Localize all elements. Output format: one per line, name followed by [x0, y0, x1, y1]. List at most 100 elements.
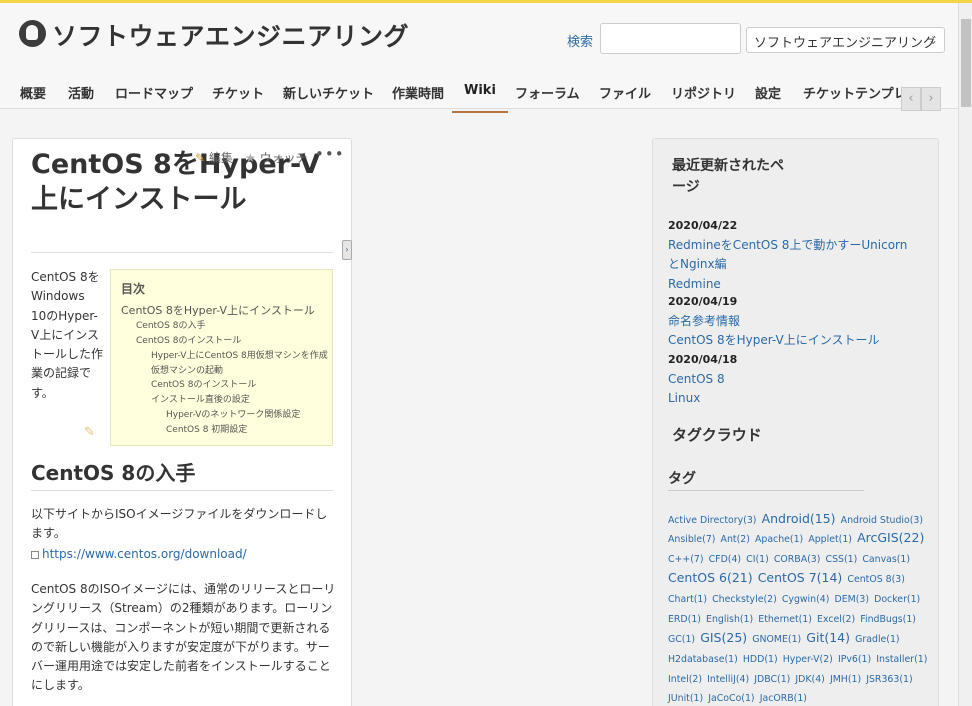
- tab-overview[interactable]: 概要: [20, 69, 46, 113]
- tag-link[interactable]: Ethernet(1): [758, 614, 812, 625]
- tag-link[interactable]: CentOS 6(21): [668, 570, 753, 585]
- menu-scroll-right-button[interactable]: ›: [921, 87, 941, 111]
- tab-issues[interactable]: チケット: [212, 69, 264, 113]
- pencil-icon: ✎: [195, 151, 206, 165]
- tag-link[interactable]: GNOME(1): [752, 634, 801, 645]
- edit-section-pencil-icon[interactable]: ✎: [84, 425, 95, 440]
- tag-link[interactable]: JDK(4): [795, 674, 824, 685]
- paragraph: CentOS 8のISOイメージには、通常のリリースとローリングリリース（Str…: [31, 582, 336, 693]
- tag-link[interactable]: JaCoCo(1): [708, 693, 754, 704]
- tab-files[interactable]: ファイル: [599, 69, 651, 113]
- sidebar: 最近更新されたページ 2020/04/22 RedmineをCentOS 8上で…: [652, 138, 939, 706]
- tag-link[interactable]: GC(1): [668, 634, 695, 645]
- tag-link[interactable]: Intel(2): [668, 674, 702, 685]
- tag-link[interactable]: C++(7): [668, 554, 704, 565]
- tag-link[interactable]: CORBA(3): [774, 554, 821, 565]
- tag-link[interactable]: Android Studio(3): [841, 515, 923, 526]
- tag-link[interactable]: JacORB(1): [760, 693, 807, 704]
- project-jump-select[interactable]: ソフトウェアエンジニアリング ⌄: [746, 27, 945, 53]
- tag-link[interactable]: Applet(1): [808, 534, 852, 545]
- tag-link[interactable]: CentOS 8(3): [847, 574, 905, 585]
- tag-link[interactable]: English(1): [706, 614, 753, 625]
- search-link[interactable]: 検索: [567, 31, 593, 50]
- external-link-icon: [31, 550, 39, 559]
- tab-settings[interactable]: 設定: [755, 69, 781, 113]
- tag-link[interactable]: Installer(1): [876, 654, 927, 665]
- tab-activity[interactable]: 活動: [68, 69, 94, 113]
- tag-link[interactable]: Git(14): [806, 630, 850, 645]
- tag-link[interactable]: Cygwin(4): [782, 594, 830, 605]
- star-icon: ★: [245, 151, 256, 165]
- toc-item[interactable]: CentOS 8をHyper-V上にインストール: [121, 302, 315, 318]
- toc-item[interactable]: 仮想マシンの起動: [151, 363, 223, 376]
- tag-link[interactable]: GIS(25): [700, 630, 747, 645]
- tab-wiki[interactable]: Wiki: [452, 69, 508, 113]
- tag-line: Intel(2) IntelliJ(4) JDBC(1) JDK(4) JMH(…: [668, 667, 913, 686]
- tag-link[interactable]: Active Directory(3): [668, 515, 756, 526]
- recent-page-link[interactable]: 命名参考情報: [668, 312, 918, 331]
- tag-link[interactable]: Apache(1): [755, 534, 803, 545]
- tab-forums[interactable]: フォーラム: [515, 69, 580, 113]
- recent-pages-heading: 最近更新されたページ: [672, 158, 784, 195]
- tag-link[interactable]: CentOS 7(14): [758, 570, 843, 585]
- tag-link[interactable]: Ant(2): [721, 534, 750, 545]
- tag-link[interactable]: JDBC(1): [754, 674, 790, 685]
- tag-link[interactable]: JSR363(1): [866, 674, 912, 685]
- tag-link[interactable]: ERD(1): [668, 614, 701, 625]
- toc-item[interactable]: Hyper-Vのネットワーク関係設定: [166, 407, 300, 420]
- toc-item[interactable]: CentOS 8の入手: [136, 318, 205, 331]
- external-link[interactable]: https://www.centos.org/download/: [31, 547, 247, 561]
- tag-link[interactable]: IntelliJ(4): [707, 674, 749, 685]
- sidebar-toggle-icon[interactable]: ›: [342, 240, 352, 260]
- tab-repository[interactable]: リポジトリ: [671, 69, 736, 113]
- tag-link[interactable]: Canvas(1): [862, 554, 910, 565]
- recent-page-link[interactable]: Linux: [668, 389, 918, 408]
- vertical-scrollbar[interactable]: [958, 3, 972, 706]
- toc-item[interactable]: Hyper-V上にCentOS 8用仮想マシンを作成: [151, 348, 328, 361]
- main-menu: 概要 活動 ロードマップ チケット 新しいチケット 作業時間 Wiki フォーラ…: [8, 69, 946, 113]
- tag-line: C++(7) CFD(4) CI(1) CORBA(3) CSS(1) Canv…: [668, 547, 910, 566]
- tag-link[interactable]: HDD(1): [743, 654, 778, 665]
- tag-line: Chart(1) Checkstyle(2) Cygwin(4) DEM(3) …: [668, 587, 920, 606]
- recent-page-link[interactable]: RedmineをCentOS 8上で動かすーUnicornとNginx編: [668, 236, 918, 275]
- tag-link[interactable]: Gradle(1): [855, 634, 899, 645]
- more-actions-icon[interactable]: •••: [315, 145, 345, 163]
- tag-link[interactable]: Excel(2): [817, 614, 855, 625]
- tag-link[interactable]: JUnit(1): [668, 693, 703, 704]
- tab-new-issue[interactable]: 新しいチケット: [283, 69, 374, 113]
- tag-link[interactable]: DEM(3): [834, 594, 869, 605]
- tag-link[interactable]: Hyper-V(2): [783, 654, 833, 665]
- tag-line: GC(1) GIS(25) GNOME(1) Git(14) Gradle(1): [668, 627, 900, 646]
- tag-link[interactable]: IPv6(1): [838, 654, 871, 665]
- tag-link[interactable]: FindBugs(1): [860, 614, 916, 625]
- tag-link[interactable]: Docker(1): [874, 594, 920, 605]
- recent-page-link[interactable]: CentOS 8: [668, 370, 918, 389]
- tag-link[interactable]: CI(1): [746, 554, 769, 565]
- scrollbar-thumb[interactable]: [961, 19, 971, 107]
- header: ソフトウェアエンジニアリング 検索 ソフトウェアエンジニアリング ⌄ 概要 活動…: [0, 3, 958, 113]
- tag-link[interactable]: H2database(1): [668, 654, 738, 665]
- recent-page-link[interactable]: Redmine: [668, 275, 918, 294]
- tag-link[interactable]: Ansible(7): [668, 534, 715, 545]
- recent-page-link[interactable]: CentOS 8をHyper-V上にインストール: [668, 331, 918, 350]
- search-input[interactable]: [600, 23, 741, 54]
- edit-button[interactable]: ✎ 編集: [195, 149, 233, 166]
- tag-link[interactable]: JMH(1): [830, 674, 861, 685]
- section-heading: CentOS 8の入手: [31, 461, 196, 485]
- section-divider: [31, 490, 333, 491]
- toc-item[interactable]: インストール直後の設定: [151, 392, 250, 405]
- tag-link[interactable]: CFD(4): [709, 554, 741, 565]
- tag-link[interactable]: ArcGIS(22): [857, 530, 924, 545]
- tag-link[interactable]: Android(15): [762, 511, 836, 526]
- tab-time-entries[interactable]: 作業時間: [392, 69, 444, 113]
- toc-title: 目次: [121, 282, 146, 296]
- tab-roadmap[interactable]: ロードマップ: [115, 69, 193, 113]
- toc-item[interactable]: CentOS 8のインストール: [151, 377, 256, 390]
- menu-scroll-left-button[interactable]: ‹: [901, 87, 921, 111]
- tag-link[interactable]: CSS(1): [826, 554, 858, 565]
- toc-item[interactable]: CentOS 8 初期設定: [166, 422, 247, 435]
- toc-item[interactable]: CentOS 8のインストール: [136, 333, 241, 346]
- tag-link[interactable]: Chart(1): [668, 594, 707, 605]
- watch-button[interactable]: ★ ウォッチ: [245, 149, 308, 166]
- tag-link[interactable]: Checkstyle(2): [712, 594, 777, 605]
